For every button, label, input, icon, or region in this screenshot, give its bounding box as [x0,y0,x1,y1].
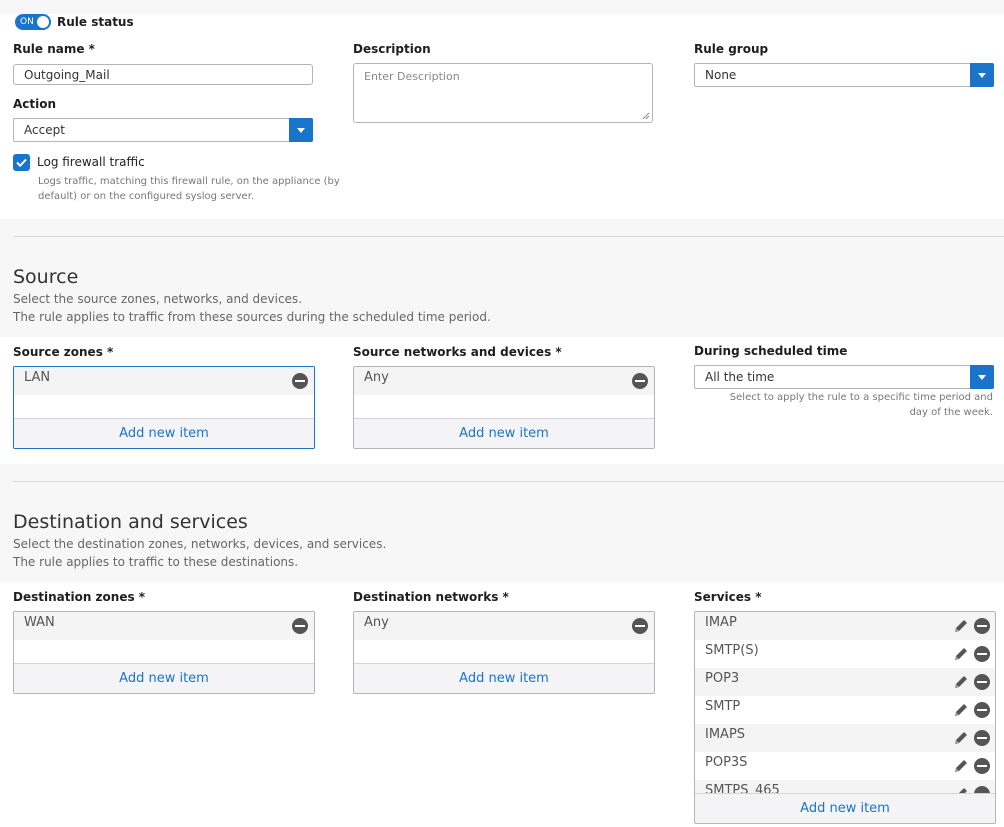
list-item-label: POP3S [705,755,748,770]
rule-name-label: Rule name * [13,42,95,56]
description-placeholder: Enter Description [364,70,460,83]
list-item: Any [354,367,654,395]
list-item-label: SMTP [705,699,741,714]
source-networks-label: Source networks and devices * [353,345,562,359]
destination-networks-label: Destination networks * [353,590,509,604]
list-item-label: Any [364,615,389,630]
list-item-label: SMTP(S) [705,643,759,658]
list-item: SMTPS_465 [695,780,995,794]
source-zones-list[interactable]: LAN Add new item [13,366,315,449]
remove-icon[interactable] [292,373,308,389]
add-new-item-button[interactable]: Add new item [354,418,654,448]
source-section-title: Source [13,266,79,288]
check-icon [16,158,27,168]
toggle-on-label: ON [20,17,34,27]
pencil-icon[interactable] [953,730,969,746]
destination-desc-2: The rule applies to traffic to these des… [13,555,299,569]
remove-icon[interactable] [974,730,990,746]
log-traffic-help-2: default) or on the configured syslog ser… [38,191,255,202]
list-item-label: IMAP [705,615,737,630]
services-scroll-area[interactable]: IMAP SMTP(S) POP3 SMTP IMAPS POP3S SMTPS… [695,612,995,794]
chevron-down-icon[interactable] [970,63,994,87]
schedule-label: During scheduled time [694,344,848,358]
rule-status-label: Rule status [57,15,134,29]
source-zones-label: Source zones * [13,345,114,359]
list-item-label: WAN [24,615,55,630]
rule-group-select[interactable]: None [694,63,994,87]
toggle-knob [37,16,49,28]
list-item: LAN [14,367,314,395]
remove-icon[interactable] [974,674,990,690]
destination-zones-list[interactable]: WAN Add new item [13,611,315,694]
section-divider [13,236,1004,237]
remove-icon[interactable] [974,702,990,718]
log-traffic-label: Log firewall traffic [37,155,145,169]
pencil-icon[interactable] [953,758,969,774]
pencil-icon[interactable] [953,674,969,690]
list-item-label: LAN [24,370,51,385]
rule-group-label: Rule group [694,42,769,56]
add-new-item-button[interactable]: Add new item [14,418,314,448]
list-item-label: IMAPS [705,727,746,742]
list-item: Any [354,612,654,640]
list-item: POP3 [695,668,995,696]
schedule-help-2: day of the week. [909,407,993,418]
destination-section-title: Destination and services [13,511,248,533]
pencil-icon[interactable] [953,702,969,718]
services-list[interactable]: IMAP SMTP(S) POP3 SMTP IMAPS POP3S SMTPS… [694,611,996,824]
action-select[interactable]: Accept [13,118,313,142]
remove-icon[interactable] [974,758,990,774]
source-networks-list[interactable]: Any Add new item [353,366,655,449]
remove-icon[interactable] [974,646,990,662]
section-divider [13,481,1004,482]
list-item: IMAPS [695,724,995,752]
remove-icon[interactable] [632,373,648,389]
rule-status-toggle[interactable]: ON [15,14,51,30]
list-item: POP3S [695,752,995,780]
chevron-down-icon[interactable] [970,365,994,389]
action-value: Accept [24,123,65,137]
log-traffic-help-1: Logs traffic, matching this firewall rul… [38,176,340,187]
add-new-item-button[interactable]: Add new item [695,793,995,823]
remove-icon[interactable] [292,618,308,634]
destination-zones-label: Destination zones * [13,590,146,604]
list-item-label: Any [364,370,389,385]
destination-networks-list[interactable]: Any Add new item [353,611,655,694]
source-desc-1: Select the source zones, networks, and d… [13,292,303,306]
list-item: WAN [14,612,314,640]
pencil-icon[interactable] [953,618,969,634]
action-label: Action [13,97,57,111]
remove-icon[interactable] [974,618,990,634]
schedule-value: All the time [705,370,775,384]
add-new-item-button[interactable]: Add new item [354,663,654,693]
remove-icon[interactable] [632,618,648,634]
chevron-down-icon[interactable] [289,118,313,142]
list-item-label: POP3 [705,671,740,686]
log-traffic-checkbox[interactable] [13,154,30,171]
destination-desc-1: Select the destination zones, networks, … [13,537,387,551]
rule-name-input[interactable]: Outgoing_Mail [13,64,313,85]
resize-handle-icon[interactable] [642,112,650,120]
list-item: IMAP [695,612,995,640]
pencil-icon[interactable] [953,646,969,662]
list-item: SMTP(S) [695,640,995,668]
description-label: Description [353,42,431,56]
source-desc-2: The rule applies to traffic from these s… [13,310,491,324]
rule-name-value: Outgoing_Mail [24,67,110,82]
schedule-select[interactable]: All the time [694,365,994,389]
list-item: SMTP [695,696,995,724]
schedule-help-1: Select to apply the rule to a specific t… [729,392,993,403]
services-label: Services * [694,590,762,604]
rule-group-value: None [705,68,737,82]
add-new-item-button[interactable]: Add new item [14,663,314,693]
description-textarea[interactable]: Enter Description [353,63,653,123]
